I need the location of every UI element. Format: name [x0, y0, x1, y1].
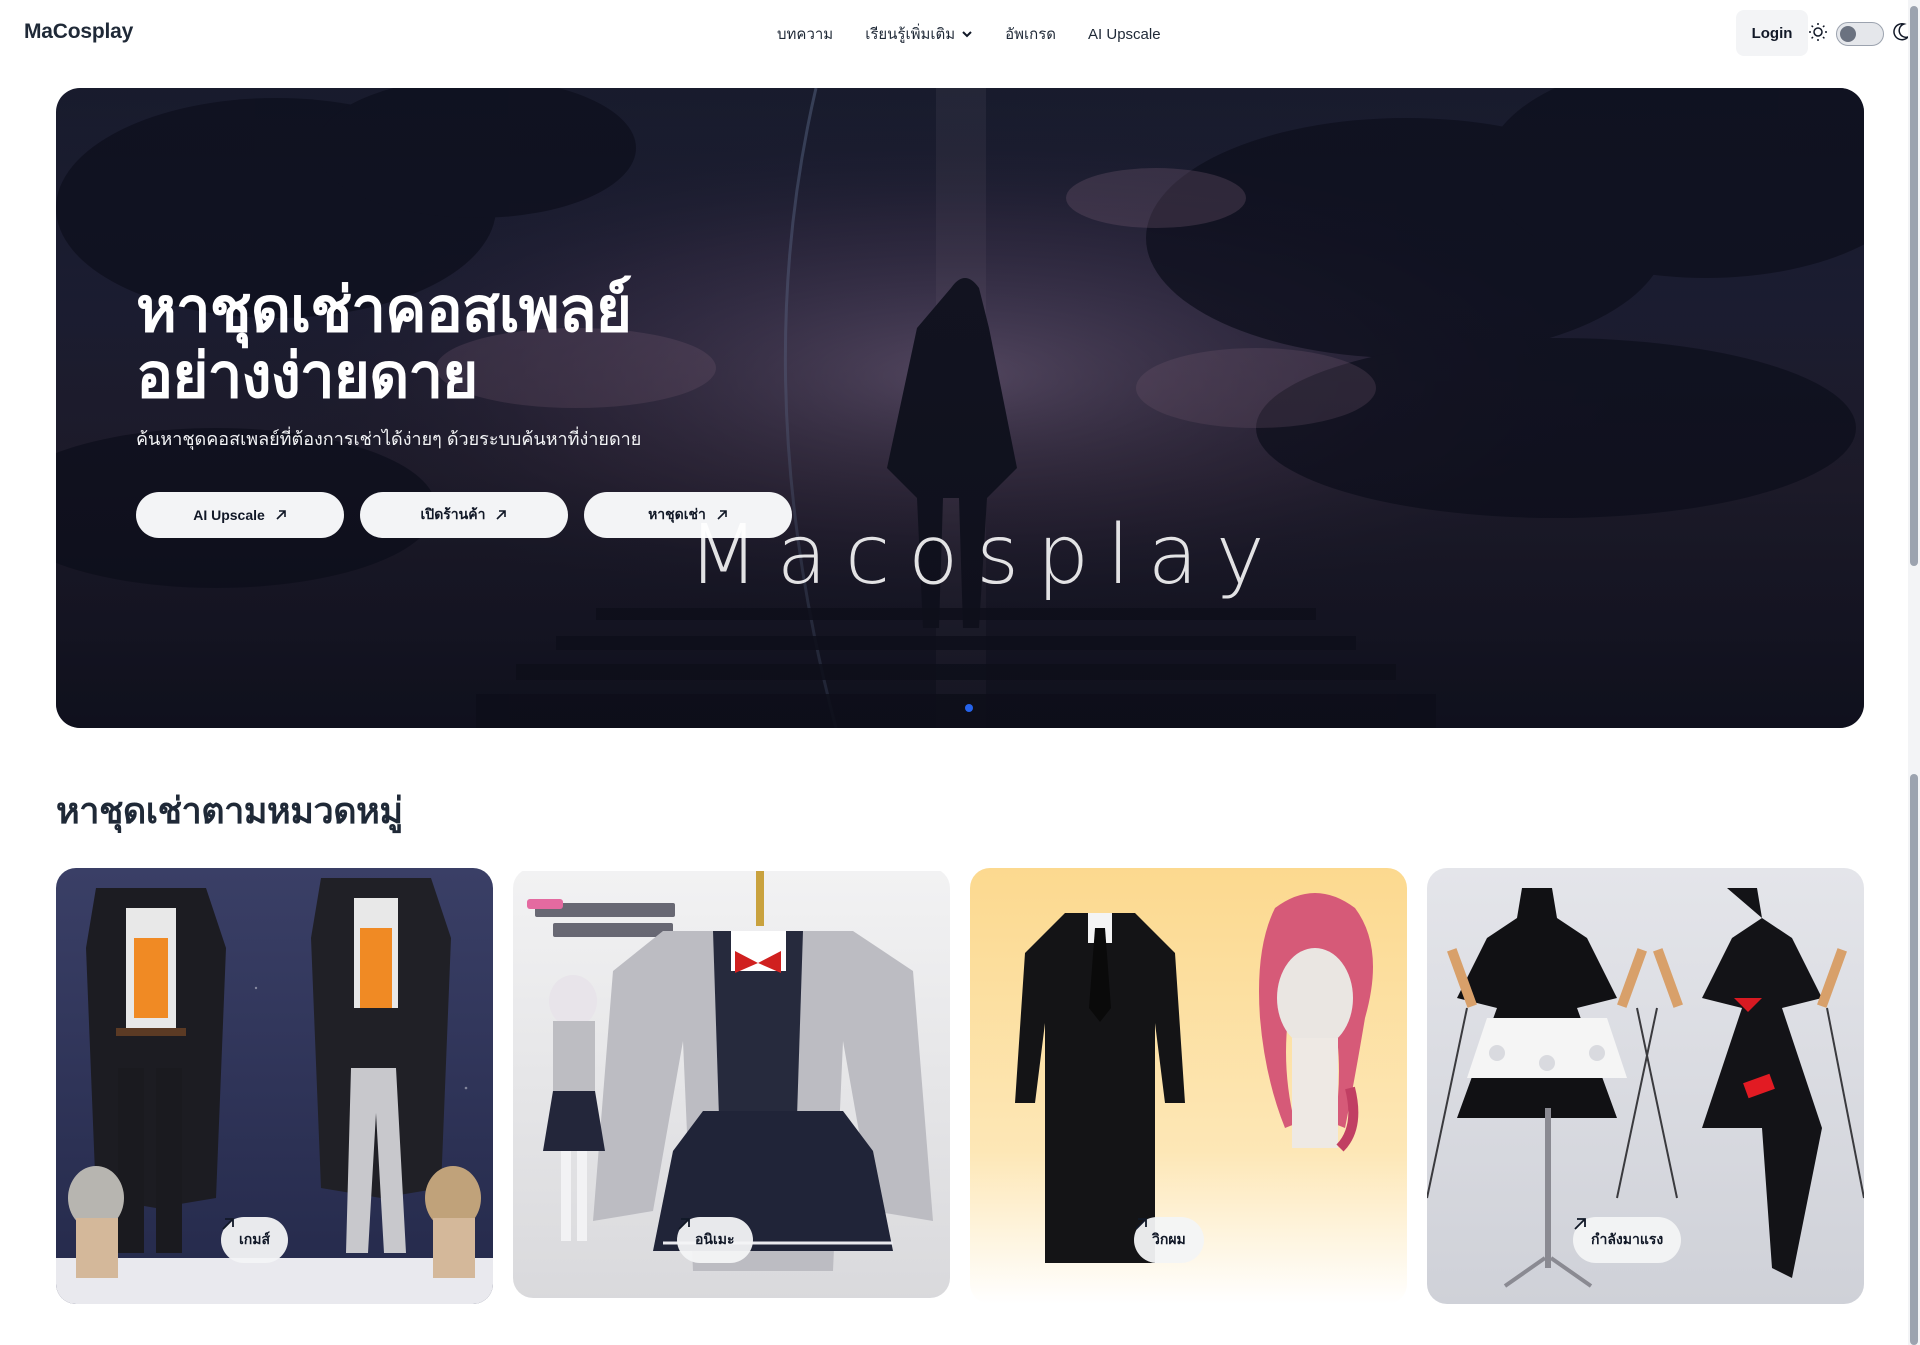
category-label: อนิเมะ	[695, 1231, 735, 1247]
page: MaCosplay บทความ เรียนรู้เพิ่มเติม อัพเก…	[0, 0, 1920, 1345]
category-button-anime[interactable]: อนิเมะ	[677, 1217, 753, 1263]
top-navbar: MaCosplay บทความ เรียนรู้เพิ่มเติม อัพเก…	[0, 0, 1910, 68]
category-button-games[interactable]: เกมส์	[221, 1217, 289, 1263]
hero-watermark: Macosplay	[688, 508, 1283, 603]
scrollbar-thumb-lower[interactable]	[1910, 774, 1918, 1345]
nav-label: อัพเกรด	[1005, 26, 1057, 43]
arrow-up-right-icon	[1574, 1218, 1586, 1230]
arrow-up-right-icon	[496, 510, 507, 520]
ai-upscale-button[interactable]: AI Upscale	[136, 492, 344, 538]
scrollbar-thumb[interactable]	[1910, 6, 1918, 566]
category-button-trending[interactable]: กำลังมาแรง	[1573, 1217, 1682, 1263]
category-card-wigs[interactable]: วิกผม	[970, 868, 1407, 1304]
nav-item-articles[interactable]: บทความ	[777, 22, 833, 46]
sun-icon	[1809, 23, 1827, 41]
category-cards: เกมส์ อนิเมะ วิกผม กำลังมาแรง	[56, 868, 1864, 1304]
category-card-trending[interactable]: กำลังมาแรง	[1427, 868, 1864, 1304]
hero-subtitle: ค้นหาชุดคอสเพลย์ที่ต้องการเช่าได้ง่ายๆ ด…	[136, 429, 642, 449]
hero-title: หาชุดเช่าคอสเพลย์ อย่างง่ายดาย	[136, 276, 632, 411]
main-nav: บทความ เรียนรู้เพิ่มเติม อัพเกรด AI Upsc…	[777, 22, 1193, 46]
category-label: วิกผม	[1152, 1231, 1186, 1247]
nav-item-ai-upscale[interactable]: AI Upscale	[1088, 26, 1161, 43]
theme-toggle[interactable]	[1836, 22, 1884, 46]
category-card-anime[interactable]: อนิเมะ	[513, 868, 950, 1298]
arrow-up-right-icon	[678, 1218, 690, 1230]
nav-item-upgrade[interactable]: อัพเกรด	[1005, 22, 1056, 46]
nav-label: บทความ	[777, 26, 834, 43]
open-shop-button[interactable]: เปิดร้านค้า	[360, 492, 568, 538]
arrow-up-right-icon	[222, 1218, 234, 1230]
category-label: เกมส์	[239, 1231, 271, 1247]
nav-item-learn-more[interactable]: เรียนรู้เพิ่มเติม	[865, 22, 973, 46]
carousel-indicator-dot[interactable]	[965, 704, 973, 712]
categories-title: หาชุดเช่าตามหมวดหมู่	[56, 790, 403, 831]
brand-logo[interactable]: MaCosplay	[24, 20, 133, 44]
category-label: กำลังมาแรง	[1591, 1231, 1664, 1247]
button-label: เปิดร้านค้า	[420, 506, 486, 522]
toggle-knob	[1840, 26, 1856, 42]
page-scrollbar[interactable]	[1908, 0, 1920, 1345]
nav-label: เรียนรู้เพิ่มเติม	[865, 26, 956, 43]
category-card-games[interactable]: เกมส์	[56, 868, 493, 1304]
login-button[interactable]: Login	[1736, 10, 1808, 56]
arrow-up-right-icon	[1135, 1218, 1147, 1230]
hero-banner: หาชุดเช่าคอสเพลย์ อย่างง่ายดาย ค้นหาชุดค…	[56, 88, 1864, 728]
button-label: AI Upscale	[193, 507, 265, 523]
category-button-wigs[interactable]: วิกผม	[1134, 1217, 1204, 1263]
nav-label: AI Upscale	[1088, 25, 1161, 43]
chevron-down-icon	[962, 31, 972, 38]
arrow-up-right-icon	[276, 510, 286, 520]
